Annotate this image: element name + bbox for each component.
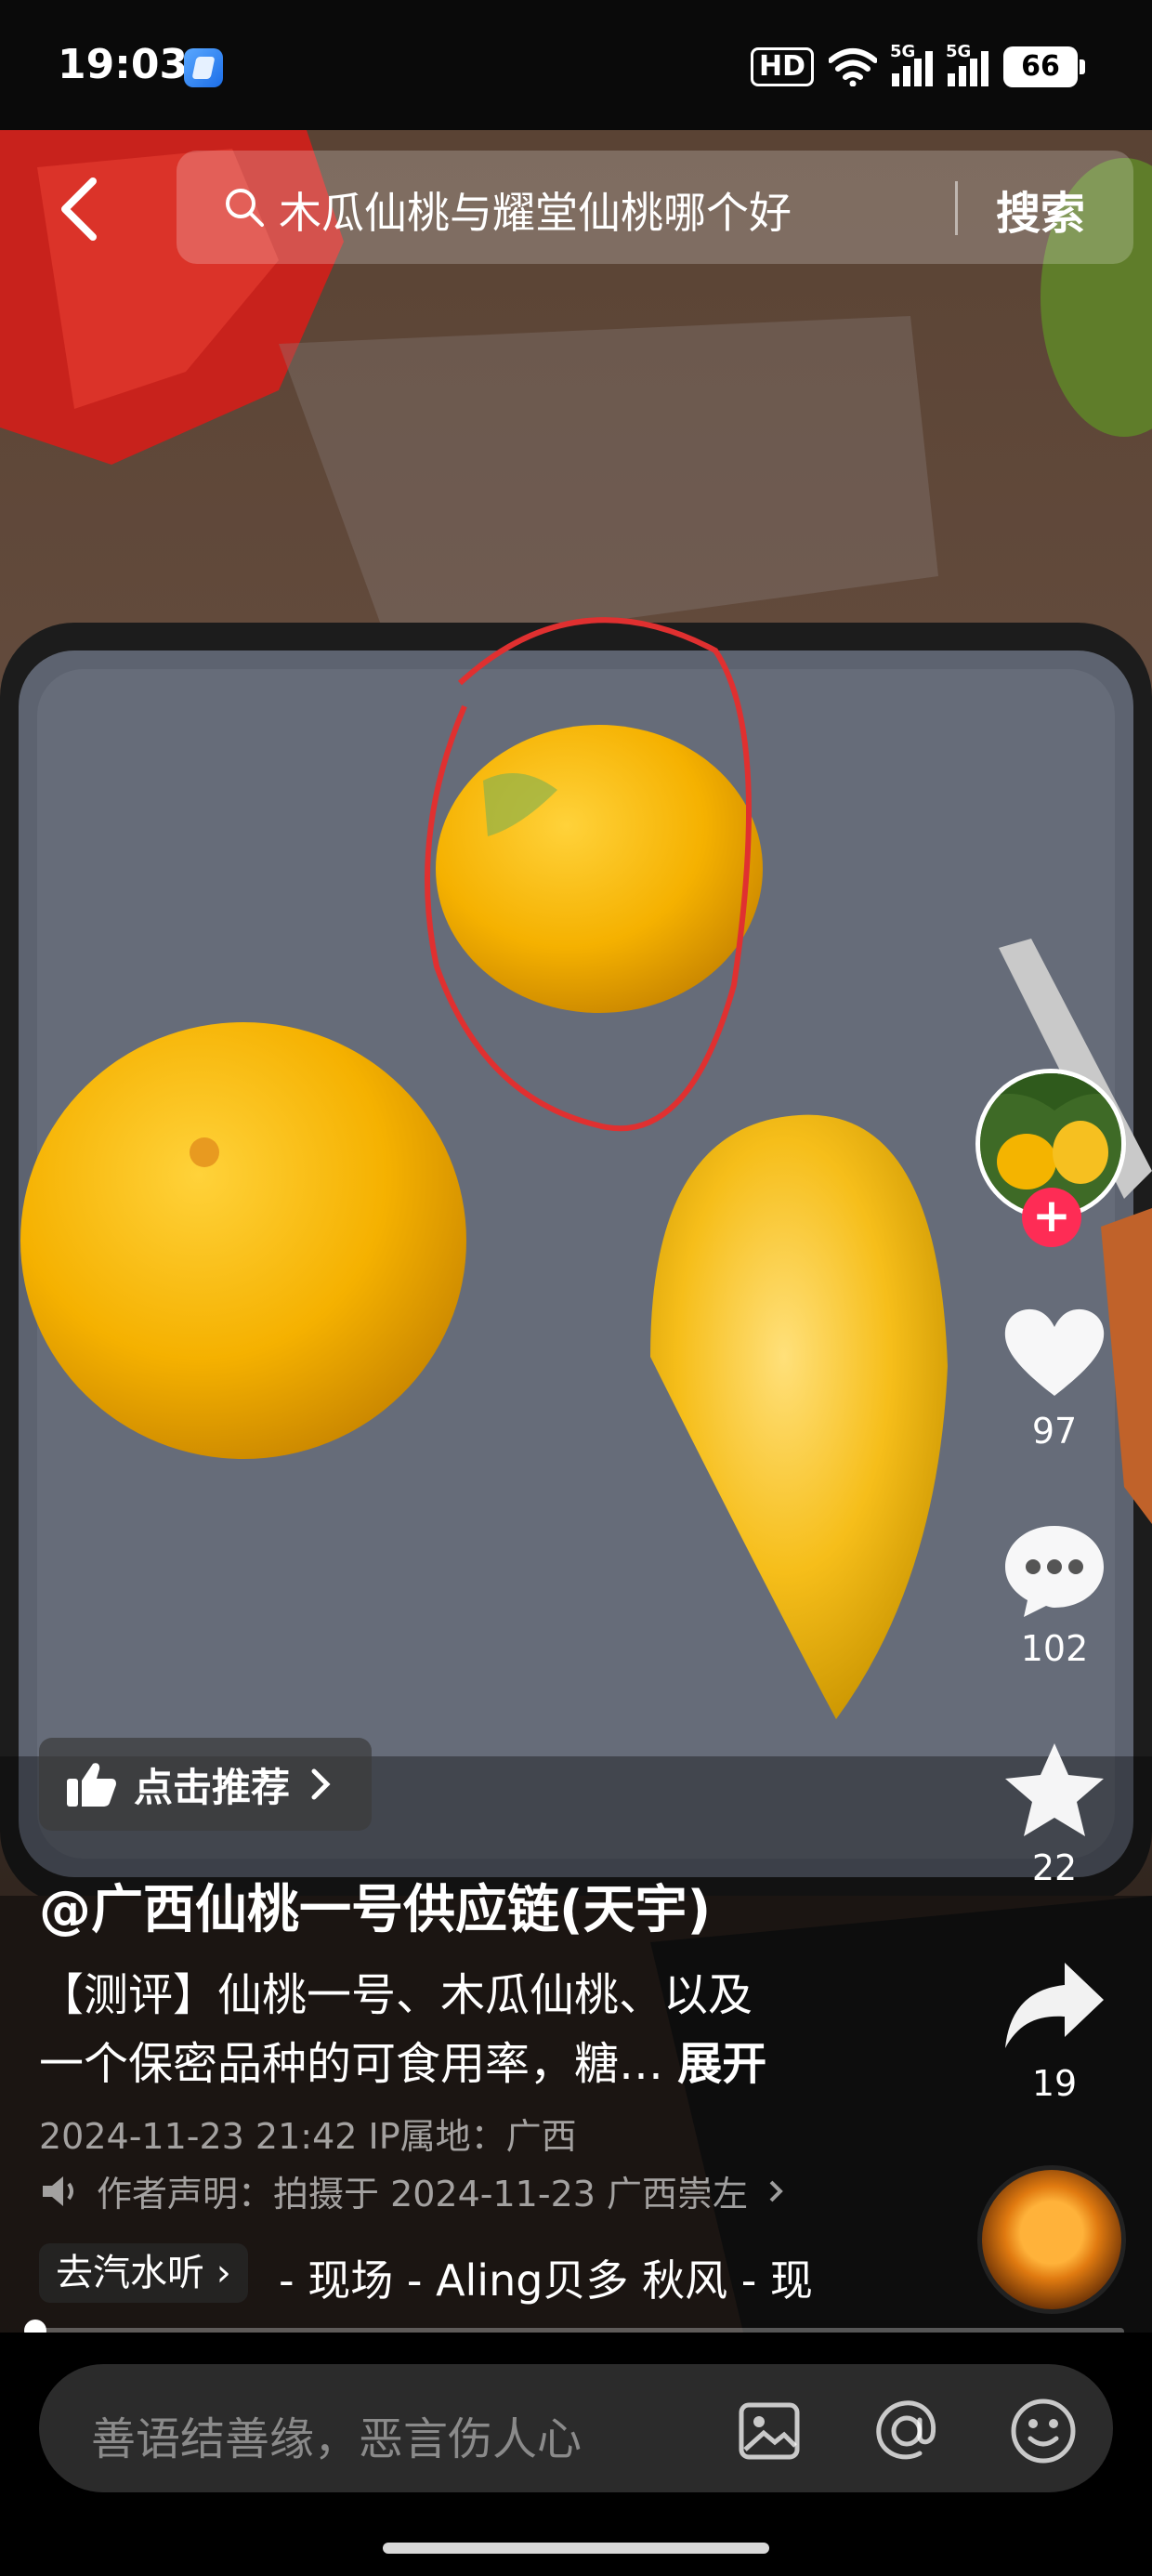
app-notification-icon (184, 48, 223, 87)
comment-input[interactable]: 善语结善缘，恶言伤人心 (91, 2402, 582, 2467)
network-label-2: 5G (946, 42, 972, 61)
mention-icon[interactable] (871, 2396, 942, 2466)
favorite-count: 22 (1031, 1847, 1078, 1888)
emoji-icon[interactable] (1008, 2396, 1079, 2466)
listen-label: 去汽水听 (56, 2252, 204, 2294)
speaker-icon (43, 2175, 73, 2206)
recommend-label: 点击推荐 (134, 1764, 291, 1810)
back-arrow-icon[interactable] (48, 172, 113, 246)
network-label-1: 5G (890, 42, 916, 61)
search-input[interactable]: 木瓜仙桃与耀堂仙桃哪个好 (279, 179, 792, 241)
statement-text: 作者声明：拍摄于 2024-11-23 广西崇左 (97, 2174, 748, 2215)
status-time: 19:03 (58, 41, 189, 88)
description-line-1: 【测评】仙桃一号、木瓜仙桃、以及 (39, 1969, 753, 2021)
comment-count: 102 (1020, 1628, 1089, 1669)
music-disc[interactable] (977, 2165, 1126, 2314)
image-icon[interactable] (734, 2396, 805, 2466)
search-icon (226, 189, 264, 227)
search-divider (955, 181, 958, 235)
listen-in-app-chip[interactable]: 去汽水听 › (39, 2243, 248, 2303)
status-bar: 19:03 HD 5G 5G 66 (0, 0, 1152, 130)
share-arrow-icon[interactable] (1000, 1955, 1109, 2056)
share-count: 19 (1031, 2063, 1078, 2104)
thumbs-up-icon (67, 1763, 116, 1807)
author-statement[interactable]: 作者声明：拍摄于 2024-11-23 广西崇左 (39, 2165, 785, 2216)
signal-icon-1: 5G (890, 42, 933, 86)
home-indicator[interactable] (383, 2543, 769, 2554)
post-description[interactable]: 【测评】仙桃一号、木瓜仙桃、以及 一个保密品种的可食用率，糖… 展开 (39, 1961, 857, 2098)
comment-icon[interactable] (1000, 1520, 1109, 1621)
hd-badge: HD (750, 47, 814, 86)
search-button[interactable]: 搜索 (996, 177, 1085, 242)
like-count: 97 (1031, 1411, 1078, 1452)
favorite-star-icon[interactable] (1000, 1740, 1109, 1840)
chevron-right-icon (311, 1768, 331, 1800)
like-icon[interactable] (1000, 1303, 1109, 1403)
wifi-icon (829, 48, 877, 86)
post-meta: 2024-11-23 21:42 IP属地：广西 (39, 2116, 577, 2157)
author-name[interactable]: @广西仙桃一号供应链(天宇) (39, 1868, 711, 1943)
expand-button[interactable]: 展开 (677, 2038, 766, 2090)
statement-chevron-icon (769, 2180, 783, 2201)
follow-button[interactable]: + (1022, 1188, 1081, 1247)
status-indicators: HD 5G 5G 66 (750, 42, 1085, 89)
signal-icon-2: 5G (946, 42, 988, 86)
description-line-2: 一个保密品种的可食用率，糖… (39, 2038, 664, 2090)
battery-indicator: 66 (1003, 46, 1085, 87)
recommend-chip[interactable]: 点击推荐 (39, 1738, 372, 1831)
music-title[interactable]: - 现场 - Aling贝多 秋风 - 现 (279, 2247, 813, 2308)
